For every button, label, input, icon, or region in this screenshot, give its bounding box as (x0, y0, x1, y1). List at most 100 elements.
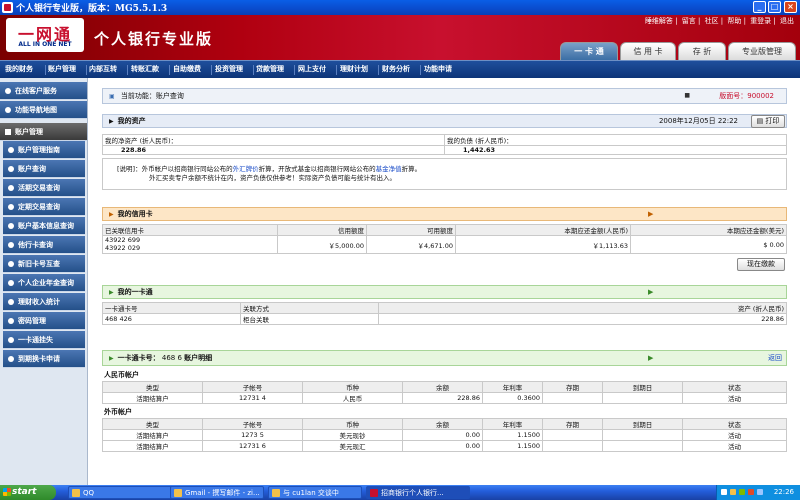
onecard-assets: 228.86 (378, 313, 787, 325)
bullet-icon (5, 88, 11, 94)
account-detail-header: ▶ 一卡通卡号： 468 6 账户明细 ▶ 返回 (102, 350, 787, 366)
tray-icon[interactable] (739, 489, 745, 495)
tray-icon[interactable] (721, 489, 727, 495)
tray-icon[interactable] (748, 489, 754, 495)
arrow-right-icon: ▶ (648, 354, 654, 362)
menu-self-pay[interactable]: 自助缴费 (173, 61, 201, 78)
menu-investment[interactable]: 投资管理 (215, 61, 243, 78)
menu-online-pay[interactable]: 网上支付 (298, 61, 326, 78)
onecard-number[interactable]: 468 426 (102, 313, 241, 325)
back-link[interactable]: 返回 (768, 351, 782, 365)
sidebar-item-nav-map[interactable]: 功能导航地图 (0, 101, 87, 119)
logo-en: ALL IN ONE NET (18, 41, 72, 48)
chat-icon (272, 489, 280, 497)
brand-title: 个人银行专业版 (94, 30, 214, 48)
menu-remittance[interactable]: 转账汇款 (131, 61, 159, 78)
link-faq[interactable]: 睡维解答 (645, 17, 673, 25)
menu-finance-analysis[interactable]: 财务分析 (382, 61, 410, 78)
tray-icon[interactable] (730, 489, 736, 495)
rmb-account-table: 类型 子帐号 币种 余额 年利率 存期 到期日 状态 活期结算户 12731 4… (102, 381, 787, 404)
home-icon: ▣ (109, 93, 115, 100)
bank-header: 一网通 ALL IN ONE NET 个人银行专业版 睡维解答 | 留言 | 社… (0, 15, 800, 60)
logo: 一网通 ALL IN ONE NET (6, 18, 84, 52)
tab-passbook[interactable]: 存 折 (678, 42, 726, 60)
arrow-right-icon: ▶ (109, 211, 114, 218)
task-chat[interactable]: 与 cu1lan 交谈中 (268, 486, 362, 499)
arrow-right-icon: ▶ (648, 210, 654, 218)
sidebar-item-card-renewal[interactable]: 到期换卡申请 (3, 350, 85, 368)
sidebar-item-other-bank[interactable]: 他行卡查询 (3, 236, 85, 254)
fund-nav-link[interactable]: 基金净值 (376, 165, 402, 173)
repay-now-button[interactable]: 现在缴款 (737, 258, 785, 271)
arrow-right-icon: ▶ (109, 118, 114, 125)
table-row: 活期结算户 1273 5 美元现钞 0.00 1.1500 活动 (102, 429, 787, 441)
debt-value: 1,442.63 (444, 145, 787, 155)
print-button[interactable]: ▤ 打印 (751, 115, 785, 128)
maximize-button[interactable]: □ (768, 1, 781, 13)
menu-loan[interactable]: 贷款管理 (256, 61, 284, 78)
link-community[interactable]: 社区 (705, 17, 719, 25)
onecard-link-method: 柜台关联 (240, 313, 379, 325)
minimize-button[interactable]: _ (753, 1, 766, 13)
top-links: 睡维解答 | 留言 | 社区 | 帮助 | 重登录 | 退出 (644, 17, 794, 25)
sidebar-item-income-stats[interactable]: 理财收入统计 (3, 293, 85, 311)
fx-rate-link[interactable]: 外汇牌价 (233, 165, 259, 173)
sidebar-item-fixed-tx[interactable]: 定期交易查询 (3, 198, 85, 216)
bank-icon (370, 489, 378, 497)
task-qq[interactable]: QQ (68, 486, 178, 499)
version-icon: ■ (684, 92, 690, 99)
close-button[interactable]: × (784, 1, 797, 13)
main-content: ▣ 当前功能：账户查询 版面号：900002 ■ ▶ 我的资产 2008年12月0… (89, 78, 800, 485)
sidebar-item-account-guide[interactable]: 账户管理指南 (3, 141, 85, 159)
link-logout[interactable]: 退出 (780, 17, 794, 25)
credit-limit: ￥5,000.00 (277, 235, 367, 254)
table-row: 活期结算户 12731 6 美元现汇 0.00 1.1500 活动 (102, 440, 787, 452)
menu-internal-transfer[interactable]: 内部互转 (89, 61, 117, 78)
link-help[interactable]: 帮助 (727, 17, 741, 25)
window-title-bar: 个人银行专业版，版本：MG5.5.1.3 _ □ × (0, 0, 800, 15)
sidebar-item-account-info[interactable]: 账户基本信息查询 (3, 217, 85, 235)
tab-creditcard[interactable]: 信 用 卡 (620, 42, 676, 60)
net-assets-value: 228.86 (102, 145, 445, 155)
detail-card-number: 468 6 (161, 354, 182, 362)
printer-icon: ▤ (756, 117, 764, 125)
browser-icon (174, 489, 182, 497)
credit-table: 已关联信用卡 信用额度 可用额度 本期应还金额(人民币) 本期应还金额(美元) … (102, 224, 787, 254)
task-bank[interactable]: 招商银行个人银行... (366, 486, 470, 499)
sidebar-item-password[interactable]: 密码管理 (3, 312, 85, 330)
link-message[interactable]: 留言 (682, 17, 696, 25)
tray-icon[interactable] (757, 489, 763, 495)
tab-pro-admin[interactable]: 专业版管理 (728, 42, 796, 60)
version-number: 版面号：900002 (719, 92, 774, 100)
fx-account-table: 类型 子帐号 币种 余额 年利率 存期 到期日 状态 活期结算户 1273 5 … (102, 418, 787, 452)
section-icon (5, 129, 11, 135)
clock: 22:26 (773, 488, 794, 496)
task-gmail[interactable]: Gmail - 撰写邮件 - zi... (170, 486, 264, 499)
menu-my-finance[interactable]: 我的财务 (5, 61, 33, 78)
bullet-icon (5, 107, 11, 113)
sidebar-item-pension[interactable]: 个人企业年金查询 (3, 274, 85, 292)
sidebar-item-current-tx[interactable]: 活期交易查询 (3, 179, 85, 197)
assets-note: [说明]：外币帐户以招商银行同站公布的外汇牌价折算，开放式基金以招商银行网站公布… (102, 158, 787, 190)
net-assets-label: 我的净资产 (折人民币)： (102, 134, 445, 146)
main-menu: 我的财务 账户管理 内部互转 转账汇款 自助缴费 投资管理 贷款管理 网上支付 … (0, 60, 800, 78)
available-credit: ￥4,671.00 (366, 235, 456, 254)
assets-table: 我的净资产 (折人民币)： 我的负债 (折人民币)： 228.86 1,442.… (102, 134, 787, 155)
system-tray: 22:26 (716, 485, 800, 500)
link-relogin[interactable]: 重登录 (750, 17, 771, 25)
start-button[interactable]: start (0, 485, 56, 500)
arrow-right-icon: ▶ (109, 289, 114, 296)
sidebar-item-online-service[interactable]: 在线客户服务 (0, 82, 87, 100)
fx-account-title: 外币帐户 (104, 408, 132, 416)
sidebar: 在线客户服务 功能导航地图 账户管理 账户管理指南 账户查询 活期交易查询 定期… (0, 78, 88, 485)
menu-finance-plan[interactable]: 理财计划 (340, 61, 368, 78)
sidebar-item-account-query[interactable]: 账户查询 (3, 160, 85, 178)
sidebar-item-report-loss[interactable]: 一卡通挂失 (3, 331, 85, 349)
table-row: 活期结算户 12731 4 人民币 228.86 0.3600 活动 (102, 392, 787, 404)
menu-feature-apply[interactable]: 功能申请 (424, 61, 452, 78)
menu-account-mgmt[interactable]: 账户管理 (48, 61, 76, 78)
debt-label: 我的负债 (折人民币)： (444, 134, 787, 146)
tab-onecard[interactable]: 一 卡 通 (560, 42, 618, 60)
sidebar-section-account[interactable]: 账户管理 (0, 123, 87, 141)
sidebar-item-card-lookup[interactable]: 新旧卡号互查 (3, 255, 85, 273)
